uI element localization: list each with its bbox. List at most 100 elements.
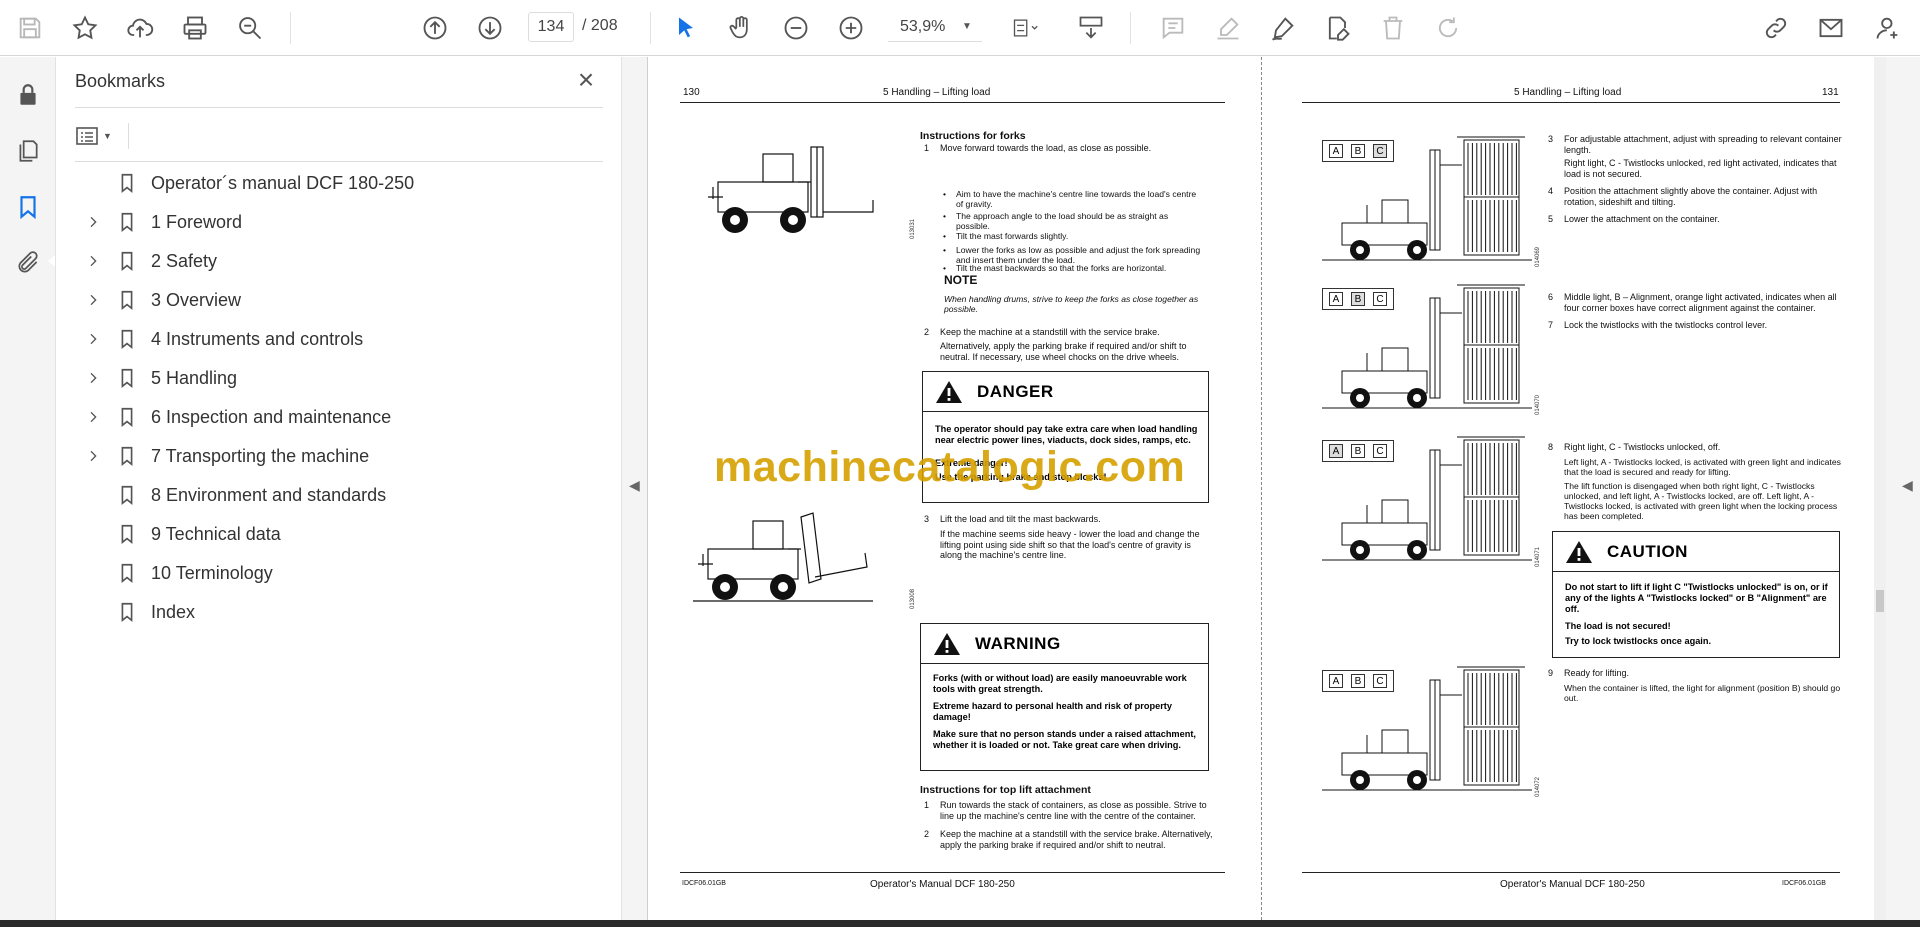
redo-icon[interactable] [1430, 10, 1466, 46]
document-page-131: 5 Handling – Lifting load 131 A B C 014069 A… [1262, 57, 1872, 920]
previous-page-icon[interactable] [417, 10, 453, 46]
bookmarks-icon[interactable] [10, 189, 46, 225]
bookmark-item[interactable]: 2 Safety [75, 246, 595, 276]
zoom-search-icon[interactable] [232, 10, 268, 46]
chevron-right-icon[interactable] [81, 327, 105, 351]
page-thumbnails-icon[interactable] [10, 133, 46, 169]
zoom-level-value: 53,9% [900, 18, 946, 35]
bookmark-label: 5 Handling [151, 367, 238, 388]
step-text: Ready for lifting. [1564, 668, 1630, 678]
bookmark-label: 6 Inspection and maintenance [151, 406, 392, 427]
bookmark-flag-icon [115, 444, 139, 468]
page-number-input[interactable]: 134 [528, 12, 574, 42]
section-title: Instructions for top lift attachment [920, 784, 1091, 796]
bottom-edge [0, 920, 1920, 927]
bookmark-label: Index [151, 601, 196, 622]
expander-placeholder [81, 522, 105, 546]
bookmark-label: 10 Terminology [151, 562, 273, 583]
footer-code: IDCF06.01GB [1782, 880, 1826, 887]
next-page-icon[interactable] [472, 10, 508, 46]
expander-placeholder [81, 561, 105, 585]
forklift-forks-figure [708, 146, 874, 233]
chevron-right-icon[interactable] [81, 210, 105, 234]
panel-splitter[interactable]: ◀ [622, 57, 648, 927]
right-tools-rail: ◀ [1886, 57, 1920, 927]
caution-line: Do not start to lift if light C "Twistlo… [1565, 582, 1828, 614]
bookmark-item[interactable]: 9 Technical data [75, 519, 595, 549]
fit-page-icon[interactable] [1000, 10, 1050, 46]
bookmark-flag-icon [115, 561, 139, 585]
vertical-scrollbar[interactable] [1874, 57, 1886, 927]
footer-title: Operator's Manual DCF 180-250 [1500, 879, 1645, 890]
warning-triangle-icon [934, 632, 960, 655]
container-forklift-figure [1322, 136, 1532, 261]
figure-code: 014072 [1535, 776, 1541, 797]
bookmark-item[interactable]: Index [75, 597, 595, 627]
chevron-right-icon[interactable] [81, 288, 105, 312]
print-icon[interactable] [177, 10, 213, 46]
bookmark-item[interactable]: 7 Transporting the machine [75, 441, 595, 471]
bookmark-item[interactable]: 3 Overview [75, 285, 595, 315]
zoom-level-select[interactable]: 53,9% ▼ [888, 12, 982, 42]
account-icon[interactable] [1870, 10, 1906, 46]
footer-title: Operator's Manual DCF 180-250 [870, 879, 1015, 890]
container-forklift-figure [1322, 284, 1532, 409]
hand-tool-icon[interactable] [723, 10, 759, 46]
chevron-right-icon[interactable] [81, 249, 105, 273]
chevron-right-icon[interactable] [81, 444, 105, 468]
bookmark-flag-icon [115, 366, 139, 390]
bookmark-label: 7 Transporting the machine [151, 445, 370, 466]
comment-icon[interactable] [1155, 10, 1191, 46]
bookmark-label: 9 Technical data [151, 523, 281, 544]
zoom-out-icon[interactable] [778, 10, 814, 46]
lock-icon[interactable] [10, 77, 46, 113]
bookmark-flag-icon [115, 327, 139, 351]
delete-icon[interactable] [1375, 10, 1411, 46]
star-icon[interactable] [67, 10, 103, 46]
close-icon[interactable]: × [572, 66, 600, 95]
step-subtext: Left light, A - Twistlocks locked, is ac… [1564, 457, 1841, 477]
upload-cloud-icon[interactable] [122, 10, 158, 46]
chevron-right-icon[interactable] [81, 366, 105, 390]
bookmark-label: 8 Environment and standards [151, 484, 387, 505]
collapse-arrow-icon[interactable]: ◀ [629, 477, 640, 494]
highlight-pen-icon[interactable] [1210, 10, 1246, 46]
sign-icon[interactable] [1265, 10, 1301, 46]
figure-code: 014070 [1535, 394, 1541, 415]
step-text: Lift the load and tilt the mast backward… [940, 514, 1101, 524]
chevron-right-icon[interactable] [81, 405, 105, 429]
step-text: Lower the attachment on the container. [1564, 214, 1720, 224]
expand-tools-arrow-icon[interactable]: ◀ [1902, 477, 1913, 494]
step-number: 6 [1548, 292, 1554, 302]
bookmark-item[interactable]: 6 Inspection and maintenance [75, 402, 595, 432]
bookmark-item[interactable]: 4 Instruments and controls [75, 324, 595, 354]
warning-triangle-icon [936, 380, 962, 403]
step-text: Run towards the stack of containers, as … [940, 800, 1207, 821]
save-icon[interactable] [12, 10, 48, 46]
section-title: Instructions for forks [920, 130, 1026, 142]
edit-document-icon[interactable] [1320, 10, 1356, 46]
step-text: Position the attachment slightly above t… [1564, 186, 1818, 207]
step-text: Keep the machine at a standstill with th… [940, 327, 1160, 337]
scroll-mode-icon[interactable] [1073, 10, 1109, 46]
bookmark-flag-icon [115, 483, 139, 507]
select-cursor-icon[interactable] [668, 10, 704, 46]
chevron-down-icon: ▼ [103, 131, 112, 141]
attachments-icon[interactable] [10, 245, 46, 281]
bookmark-item[interactable]: 5 Handling [75, 363, 595, 393]
bookmark-flag-icon [115, 600, 139, 624]
watermark-text: machinecatalogic.com [714, 443, 1186, 491]
caution-line: The load is not secured! [1565, 621, 1671, 631]
bookmark-options-button[interactable]: ▼ [75, 121, 121, 151]
zoom-in-icon[interactable] [833, 10, 869, 46]
bookmark-label: 3 Overview [151, 289, 242, 310]
bullet-dot: • [943, 245, 947, 255]
bookmark-item[interactable]: Operator´s manual DCF 180-250 [75, 168, 595, 198]
bookmark-item[interactable]: 1 Foreword [75, 207, 595, 237]
scrollbar-thumb[interactable] [1876, 590, 1884, 612]
bookmark-item[interactable]: 10 Terminology [75, 558, 595, 588]
share-link-icon[interactable] [1758, 10, 1794, 46]
bookmark-item[interactable]: 8 Environment and standards [75, 480, 595, 510]
email-icon[interactable] [1813, 10, 1849, 46]
figure-code: 014069 [1535, 246, 1541, 267]
